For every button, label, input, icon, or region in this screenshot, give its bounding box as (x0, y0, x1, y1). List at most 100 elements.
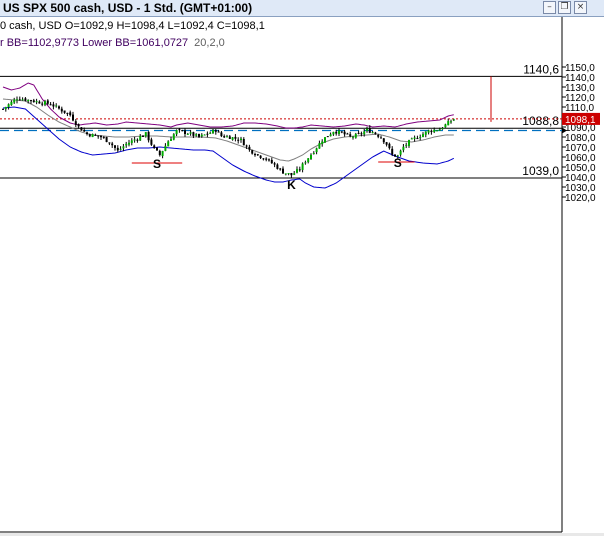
candle-body (88, 134, 91, 137)
candle-body (335, 131, 338, 134)
candle-body (128, 142, 130, 145)
candle-body (108, 142, 111, 144)
candle-body (256, 154, 259, 156)
candle-body (279, 168, 282, 170)
bb-values: r BB=1102,9773 Lower BB=1061,0727 (0, 37, 188, 49)
candle-body (234, 136, 237, 139)
candle-body (329, 134, 332, 137)
candle-body (405, 144, 408, 146)
candle-body (192, 132, 195, 136)
candle-body (46, 100, 49, 104)
window-title: US SPX 500 cash, USD - 1 Std. (GMT+01:00… (3, 1, 253, 15)
candle-body (164, 145, 167, 151)
candle-body (170, 139, 172, 141)
candle-body (10, 101, 13, 106)
candle-body (69, 112, 72, 116)
candle-body (447, 121, 450, 126)
candle-body (200, 134, 203, 137)
candle-body (74, 121, 77, 125)
candle-body (290, 173, 293, 176)
candle-body (287, 173, 290, 175)
candle-body (242, 138, 245, 146)
candle-body (114, 145, 116, 148)
candle-body (212, 129, 214, 134)
candle-body (102, 136, 105, 138)
candle-body (32, 100, 35, 103)
candle-body (80, 127, 83, 131)
candle-body (416, 138, 419, 140)
candle-body (18, 99, 21, 101)
candle-body (44, 101, 46, 105)
candle-body (321, 141, 324, 145)
candle-body (189, 132, 192, 134)
candle-body (357, 132, 360, 134)
candle-body (427, 130, 430, 133)
candle-body (60, 108, 63, 112)
candle-body (346, 133, 349, 135)
candle-body (220, 132, 223, 137)
candle-body (318, 143, 321, 149)
candle-body (7, 104, 10, 108)
candle-body (72, 114, 74, 121)
candle-body (41, 103, 44, 105)
candle-body (265, 158, 268, 160)
level-label: 1039,0 (522, 164, 559, 178)
candle-body (268, 159, 270, 161)
candle-body (195, 134, 198, 136)
candle-body (240, 138, 242, 141)
candle-body (282, 168, 284, 174)
price-chart: 0 cash, USD O=1092,9 H=1098,4 L=1092,4 C… (0, 17, 604, 536)
candle-body (49, 104, 52, 106)
pattern-label: K (287, 178, 296, 192)
candle-body (161, 151, 164, 157)
candle-body (38, 101, 41, 104)
candle-body (91, 134, 94, 138)
restore-icon[interactable]: ❐ (558, 1, 571, 14)
candle-body (298, 169, 301, 171)
candle-body (217, 131, 220, 133)
candle-body (304, 162, 307, 164)
candle-body (125, 143, 128, 146)
candle-body (450, 121, 452, 123)
candle-body (105, 137, 108, 143)
candle-body (380, 137, 382, 139)
candle-body (374, 132, 377, 135)
chart-background (0, 17, 604, 536)
candle-body (172, 134, 175, 140)
candle-body (410, 138, 413, 140)
candle-body (133, 139, 136, 141)
candle-body (338, 130, 340, 134)
candle-body (324, 137, 326, 143)
candle-body (186, 133, 189, 135)
candle-body (262, 158, 265, 160)
candle-body (301, 163, 304, 170)
close-icon[interactable]: × (574, 1, 587, 14)
candle-body (206, 133, 209, 135)
candle-body (58, 106, 60, 109)
candle-body (388, 143, 391, 149)
minimize-icon[interactable]: – (543, 1, 556, 14)
candle-body (254, 154, 256, 156)
candle-body (382, 138, 385, 143)
candle-body (77, 124, 80, 127)
candle-body (181, 130, 184, 132)
candle-body (27, 99, 30, 102)
candle-body (30, 100, 32, 102)
candle-body (349, 134, 352, 137)
candle-body (438, 129, 441, 131)
candle-body (430, 130, 433, 133)
candle-body (228, 136, 231, 139)
candle-body (363, 131, 366, 135)
candle-body (86, 132, 88, 135)
candle-body (270, 159, 273, 164)
candle-body (223, 136, 226, 138)
candle-body (422, 134, 424, 137)
candle-body (100, 136, 102, 138)
candle-body (147, 131, 150, 141)
candle-body (63, 110, 66, 113)
candle-body (237, 139, 240, 141)
candle-body (122, 146, 125, 149)
candle-body (293, 173, 296, 175)
bb-params: 20,2,0 (194, 37, 225, 49)
current-price-label: 1098,1 (565, 115, 596, 126)
